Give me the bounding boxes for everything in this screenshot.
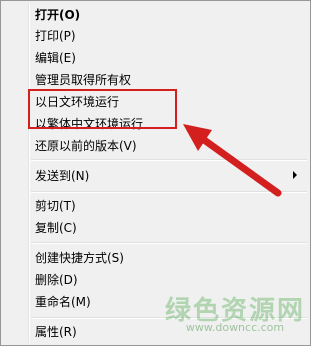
menu-item-print[interactable]: 打印(P) [35, 25, 76, 47]
menu-item-delete[interactable]: 删除(D) [35, 269, 78, 291]
menu-gutter-divider [28, 3, 30, 343]
menu-item-create-shortcut[interactable]: 创建快捷方式(S) [35, 247, 124, 269]
menu-separator [31, 159, 307, 161]
highlight-rectangle [28, 89, 177, 129]
menu-item-rename[interactable]: 重命名(M) [35, 291, 91, 313]
menu-item-properties[interactable]: 属性(R) [35, 321, 77, 343]
menu-item-copy[interactable]: 复制(C) [35, 217, 77, 239]
menu-item-send-to[interactable]: 发送到(N) [35, 165, 89, 187]
menu-item-open[interactable]: 打开(O) [35, 4, 80, 26]
menu-item-edit[interactable]: 编辑(E) [35, 47, 76, 69]
menu-item-restore-previous-versions[interactable]: 还原以前的版本(V) [35, 135, 137, 157]
menu-separator [31, 242, 307, 244]
menu-item-take-ownership[interactable]: 管理员取得所有权 [35, 69, 131, 91]
menu-item-cut[interactable]: 剪切(T) [35, 195, 76, 217]
submenu-arrow-icon [293, 171, 297, 179]
menu-separator [31, 191, 307, 193]
watermark-url: www.downcc.com [185, 321, 285, 334]
